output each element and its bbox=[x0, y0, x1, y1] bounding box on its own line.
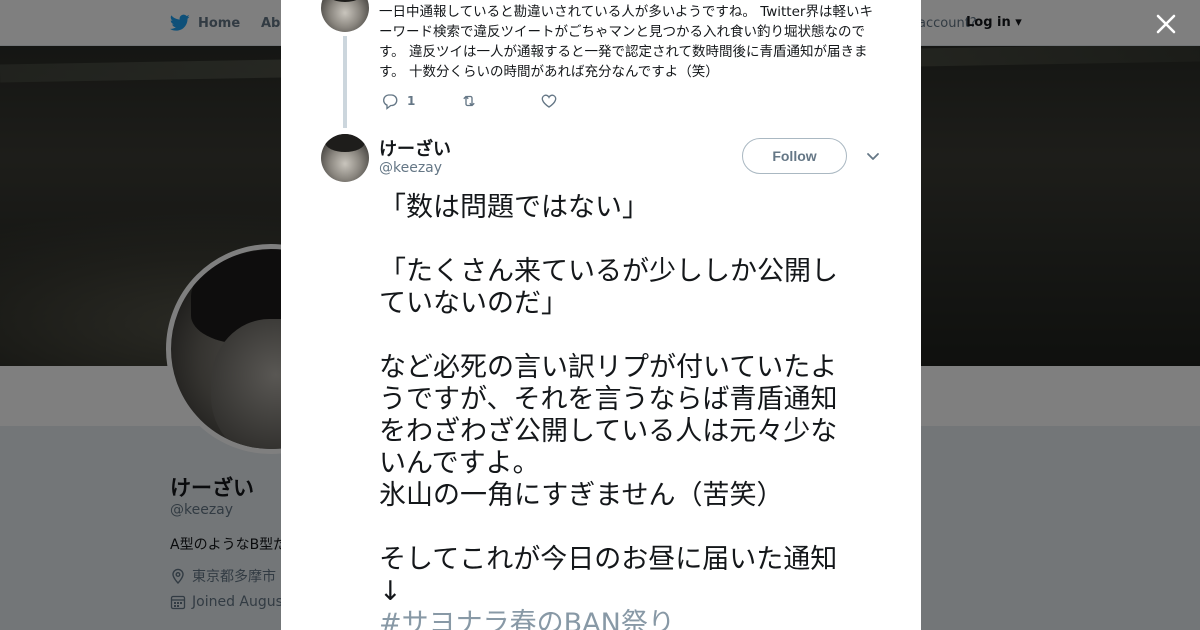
previous-tweet-avatar[interactable] bbox=[321, 0, 369, 32]
tweet-author-avatar[interactable] bbox=[321, 134, 369, 182]
tweet-line: 「たくさん来ているが少ししか公開していないのだ」 bbox=[379, 256, 838, 319]
close-icon bbox=[1156, 14, 1176, 34]
retweet-icon bbox=[463, 95, 475, 107]
tweet-line: など必死の言い訳リプが付いていたようですが、それを言うならば青盾通知をわざわざ公… bbox=[379, 352, 838, 479]
tweet-options-button[interactable] bbox=[865, 148, 881, 164]
reply-count: 1 bbox=[407, 94, 416, 108]
like-button[interactable] bbox=[540, 92, 566, 110]
retweet-button[interactable] bbox=[460, 92, 486, 110]
tweet-line: 氷山の一角にすぎません（苦笑） bbox=[379, 480, 784, 511]
reply-icon bbox=[383, 94, 398, 110]
chevron-down-icon bbox=[867, 153, 879, 160]
heart-icon bbox=[541, 94, 557, 108]
thread-connector bbox=[343, 36, 347, 128]
reply-button[interactable]: 1 bbox=[381, 92, 415, 110]
previous-tweet-text: 一日中通報していると勘違いされている人が多いようですね。 Twitter界は軽い… bbox=[379, 4, 873, 80]
tweet-author-handle[interactable]: @keezay bbox=[379, 160, 442, 176]
hashtag-link[interactable]: #サヨナラ春のBAN祭り bbox=[379, 608, 863, 630]
tweet-line: ↓ bbox=[379, 576, 402, 607]
tweet-line: そしてこれが今日のお昼に届いた通知 bbox=[379, 544, 838, 575]
follow-button[interactable]: Follow bbox=[742, 138, 847, 174]
tweet-modal: 一日中通報していると勘違いされている人が多いようですね。 Twitter界は軽い… bbox=[281, 0, 921, 630]
tweet-text: 「数は問題ではない」 「たくさん来ているが少ししか公開していないのだ」 など必死… bbox=[379, 192, 863, 630]
tweet-line: 「数は問題ではない」 bbox=[379, 192, 649, 223]
tweet-author-name[interactable]: けーざい bbox=[379, 135, 451, 161]
close-button[interactable] bbox=[1154, 12, 1178, 36]
